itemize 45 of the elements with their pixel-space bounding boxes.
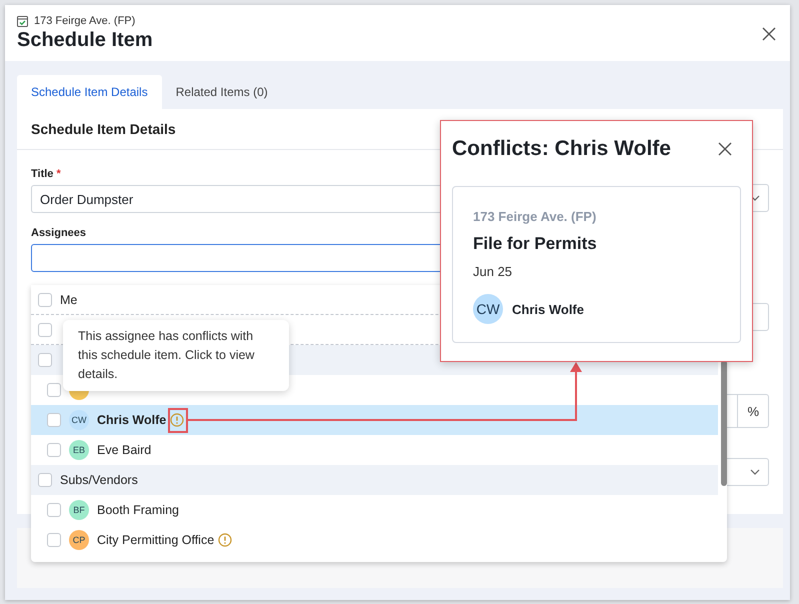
assignee-option[interactable]: CW Chris Wolfe <box>31 405 718 435</box>
assignee-option[interactable]: BF Booth Framing <box>31 495 718 525</box>
option-label: City Permitting Office <box>97 533 214 547</box>
checkbox[interactable] <box>38 292 52 306</box>
assignee-option[interactable]: EB Eve Baird <box>31 435 718 465</box>
checkbox[interactable] <box>47 413 61 427</box>
chevron-down-icon <box>750 469 760 475</box>
option-label: Chris Wolfe <box>97 413 166 427</box>
option-label: Subs/Vendors <box>60 473 138 487</box>
close-icon[interactable] <box>718 142 732 156</box>
close-icon[interactable] <box>762 27 776 41</box>
group-option[interactable]: Subs/Vendors <box>31 465 718 495</box>
warning-icon[interactable] <box>218 533 232 547</box>
checkbox[interactable] <box>38 322 52 336</box>
field-label: Title <box>31 168 54 180</box>
tooltip: This assignee has conflicts with this schedule item. Click to view details. <box>63 320 289 391</box>
checkbox[interactable] <box>47 503 61 517</box>
avatar: EB <box>69 440 89 460</box>
project-name: 173 Feirge Ave. (FP) <box>34 15 136 27</box>
conflict-date: Jun 25 <box>473 264 514 279</box>
conflict-title: File for Permits <box>473 234 598 254</box>
tab[interactable]: Schedule Item Details <box>17 75 162 109</box>
scrollbar-thumb[interactable] <box>721 360 727 486</box>
highlight-frame <box>168 408 188 433</box>
checkbox[interactable] <box>47 383 61 397</box>
avatar: CP <box>69 530 89 550</box>
calendar-check-icon <box>17 15 28 27</box>
option-label: Eve Baird <box>97 443 152 457</box>
checkbox[interactable] <box>47 533 61 547</box>
modal-title: Schedule Item <box>17 29 154 52</box>
avatar: CW <box>69 410 89 430</box>
avatar: BF <box>69 500 89 520</box>
field-label: Assignees <box>31 227 86 239</box>
checkbox[interactable] <box>47 443 61 457</box>
option-label: Me <box>60 292 78 306</box>
assignee-name: Chris Wolfe <box>512 302 584 316</box>
avatar: CW <box>473 294 503 324</box>
checkbox[interactable] <box>38 473 52 487</box>
assignee-option[interactable]: CP City Permitting Office <box>31 525 718 555</box>
tab[interactable]: Related Items (0) <box>162 75 282 109</box>
warning-icon[interactable] <box>170 413 184 427</box>
checkbox[interactable] <box>38 353 52 367</box>
conflict-card[interactable]: 173 Feirge Ave. (FP) File for Permits Jun 25 CW Chris Wolfe <box>452 186 741 343</box>
required-mark: * <box>56 168 61 180</box>
option-label: Booth Framing <box>97 503 179 517</box>
